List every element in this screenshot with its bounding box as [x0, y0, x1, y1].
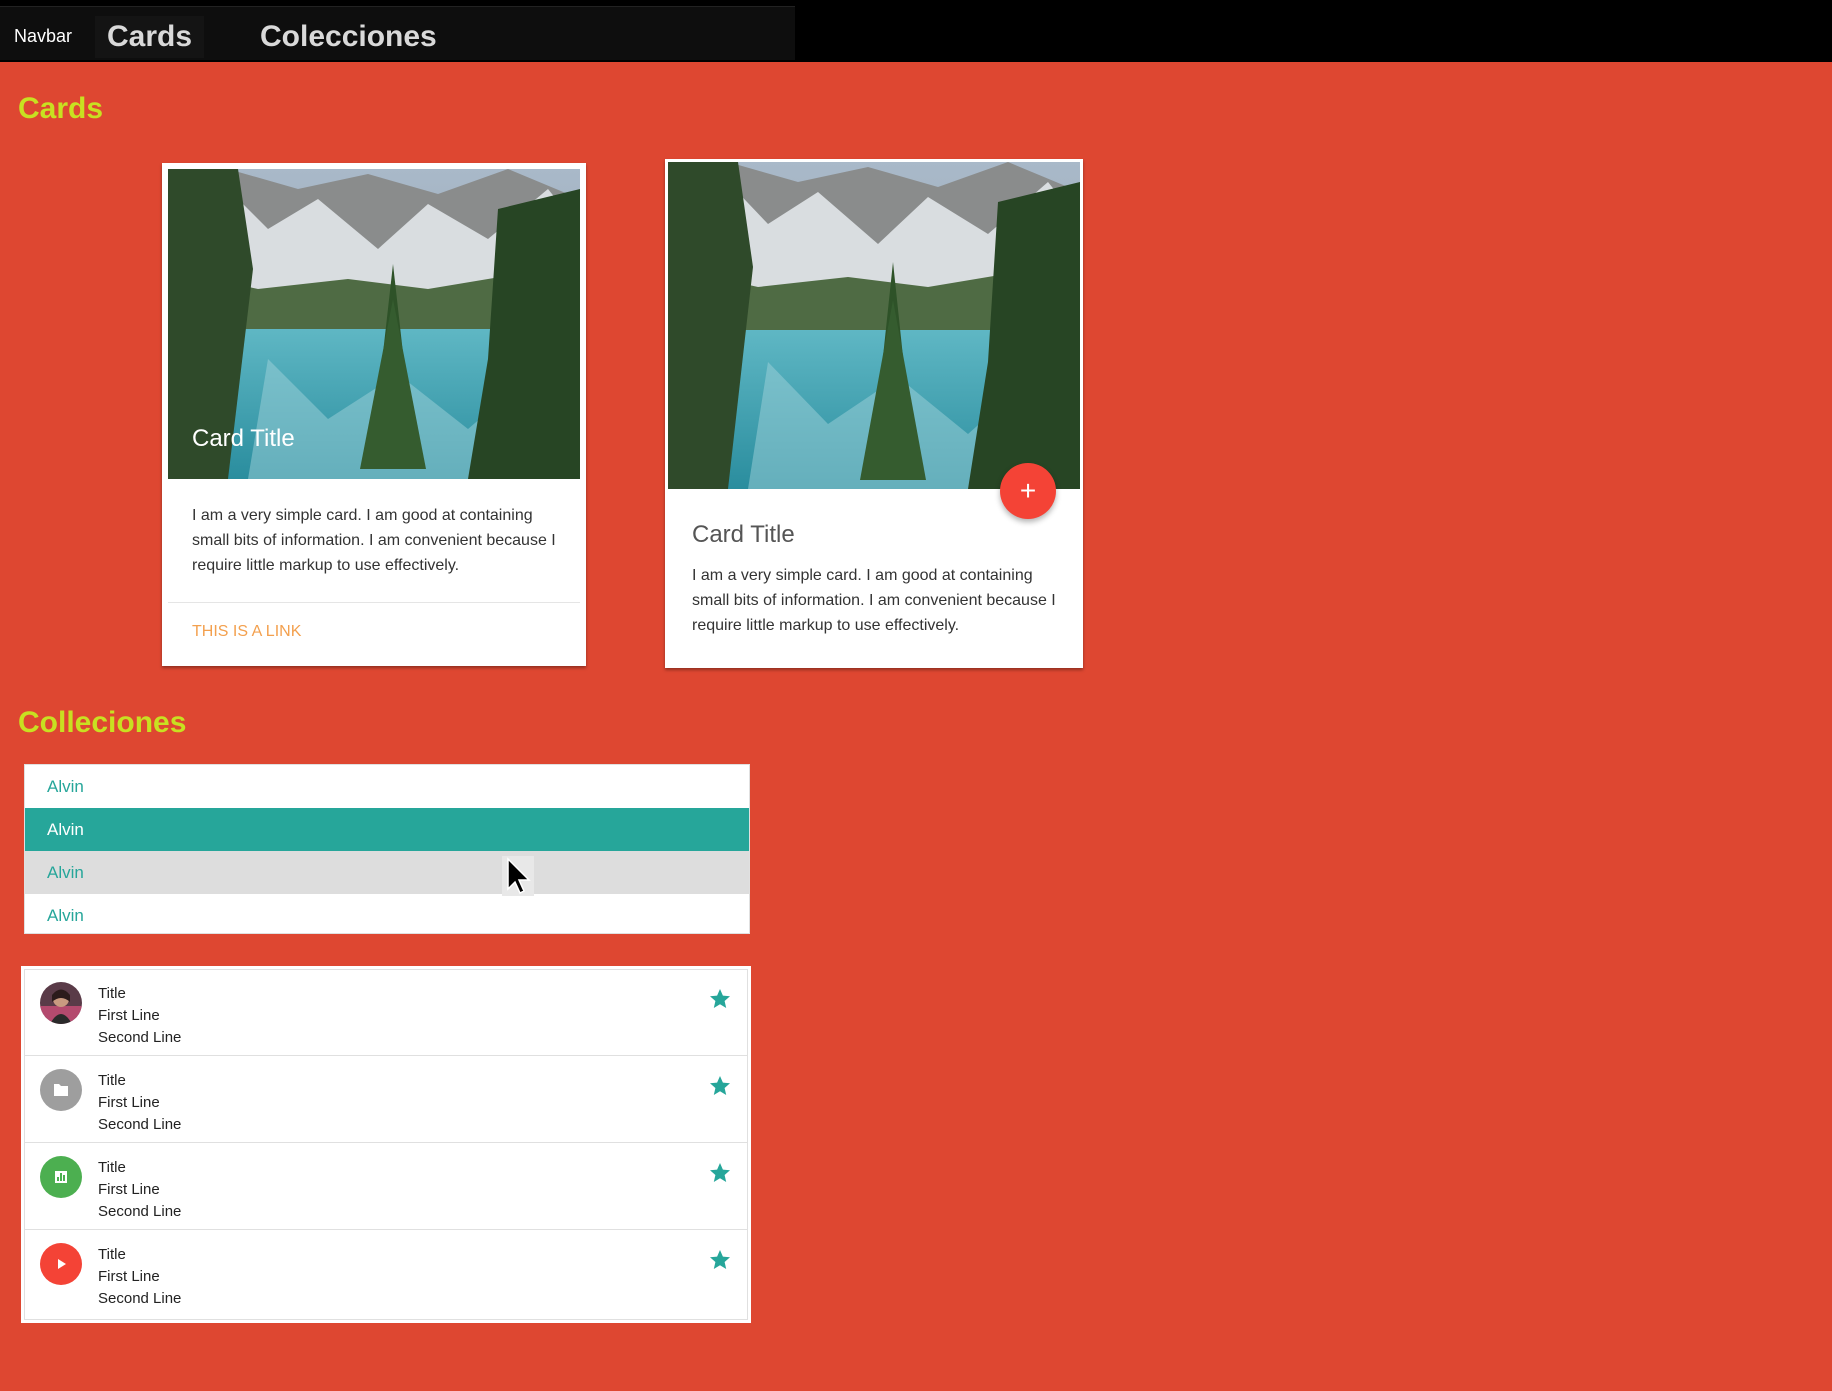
- star-icon[interactable]: [708, 1248, 732, 1272]
- collection-item-hovered[interactable]: Alvin: [25, 851, 749, 894]
- avatar-list-item[interactable]: Title First Line Second Line: [24, 1143, 748, 1230]
- collections-section-title: Colleciones: [18, 706, 187, 739]
- card-action: THIS IS A LINK: [168, 603, 580, 661]
- item-first-line: First Line: [98, 1007, 160, 1024]
- fab-card: + Card Title I am a very simple card. I …: [665, 159, 1083, 668]
- item-first-line: First Line: [98, 1094, 160, 1111]
- avatar-list-item[interactable]: Title First Line Second Line: [24, 1230, 748, 1317]
- nav-brand[interactable]: Navbar: [14, 26, 72, 47]
- nav-link-cards[interactable]: Cards: [95, 16, 205, 58]
- card-image: [668, 162, 1080, 489]
- item-second-line: Second Line: [98, 1203, 182, 1220]
- item-title: Title: [98, 1246, 126, 1263]
- add-fab-button[interactable]: +: [1000, 463, 1056, 519]
- collection-item[interactable]: Alvin: [25, 894, 749, 937]
- folder-icon: [40, 1069, 82, 1111]
- cards-section-title: Cards: [18, 92, 104, 125]
- star-icon[interactable]: [708, 1074, 732, 1098]
- avatar-collection: Title First Line Second Line Title First…: [21, 966, 751, 1323]
- star-icon[interactable]: [708, 1161, 732, 1185]
- image-card: Card Title I am a very simple card. I am…: [162, 163, 586, 666]
- mouse-cursor-icon: [502, 856, 534, 896]
- chart-icon: [40, 1156, 82, 1198]
- lake-landscape-image: [668, 162, 1080, 489]
- card-content: I am a very simple card. I am good at co…: [692, 567, 1056, 634]
- card-image: Card Title: [168, 169, 580, 479]
- avatar-item-text: Title First Line Second Line: [98, 1070, 181, 1136]
- avatar-item-text: Title First Line Second Line: [98, 1157, 181, 1223]
- item-first-line: First Line: [98, 1181, 160, 1198]
- avatar-item-text: Title First Line Second Line: [98, 1244, 181, 1310]
- nav-link-colecciones[interactable]: Colecciones: [248, 16, 449, 58]
- card-content: I am a very simple card. I am good at co…: [168, 479, 580, 603]
- collection-item-active[interactable]: Alvin: [25, 808, 749, 851]
- person-photo-icon: [40, 982, 82, 1024]
- navbar: Navbar Cards Colecciones: [0, 6, 795, 60]
- item-second-line: Second Line: [98, 1290, 182, 1307]
- link-collection: Alvin Alvin Alvin Alvin: [24, 764, 750, 934]
- card-title: Card Title: [192, 425, 295, 452]
- item-first-line: First Line: [98, 1268, 160, 1285]
- star-icon[interactable]: [708, 987, 732, 1011]
- avatar-item-text: Title First Line Second Line: [98, 983, 181, 1049]
- card-title: Card Title: [692, 521, 795, 548]
- item-second-line: Second Line: [98, 1116, 182, 1133]
- item-second-line: Second Line: [98, 1029, 182, 1046]
- play-icon: [40, 1243, 82, 1285]
- item-title: Title: [98, 1159, 126, 1176]
- avatar-list-item[interactable]: Title First Line Second Line: [24, 969, 748, 1056]
- card-link[interactable]: THIS IS A LINK: [192, 623, 301, 640]
- item-title: Title: [98, 1072, 126, 1089]
- item-title: Title: [98, 985, 126, 1002]
- collection-item[interactable]: Alvin: [25, 765, 749, 808]
- avatar-list-item[interactable]: Title First Line Second Line: [24, 1056, 748, 1143]
